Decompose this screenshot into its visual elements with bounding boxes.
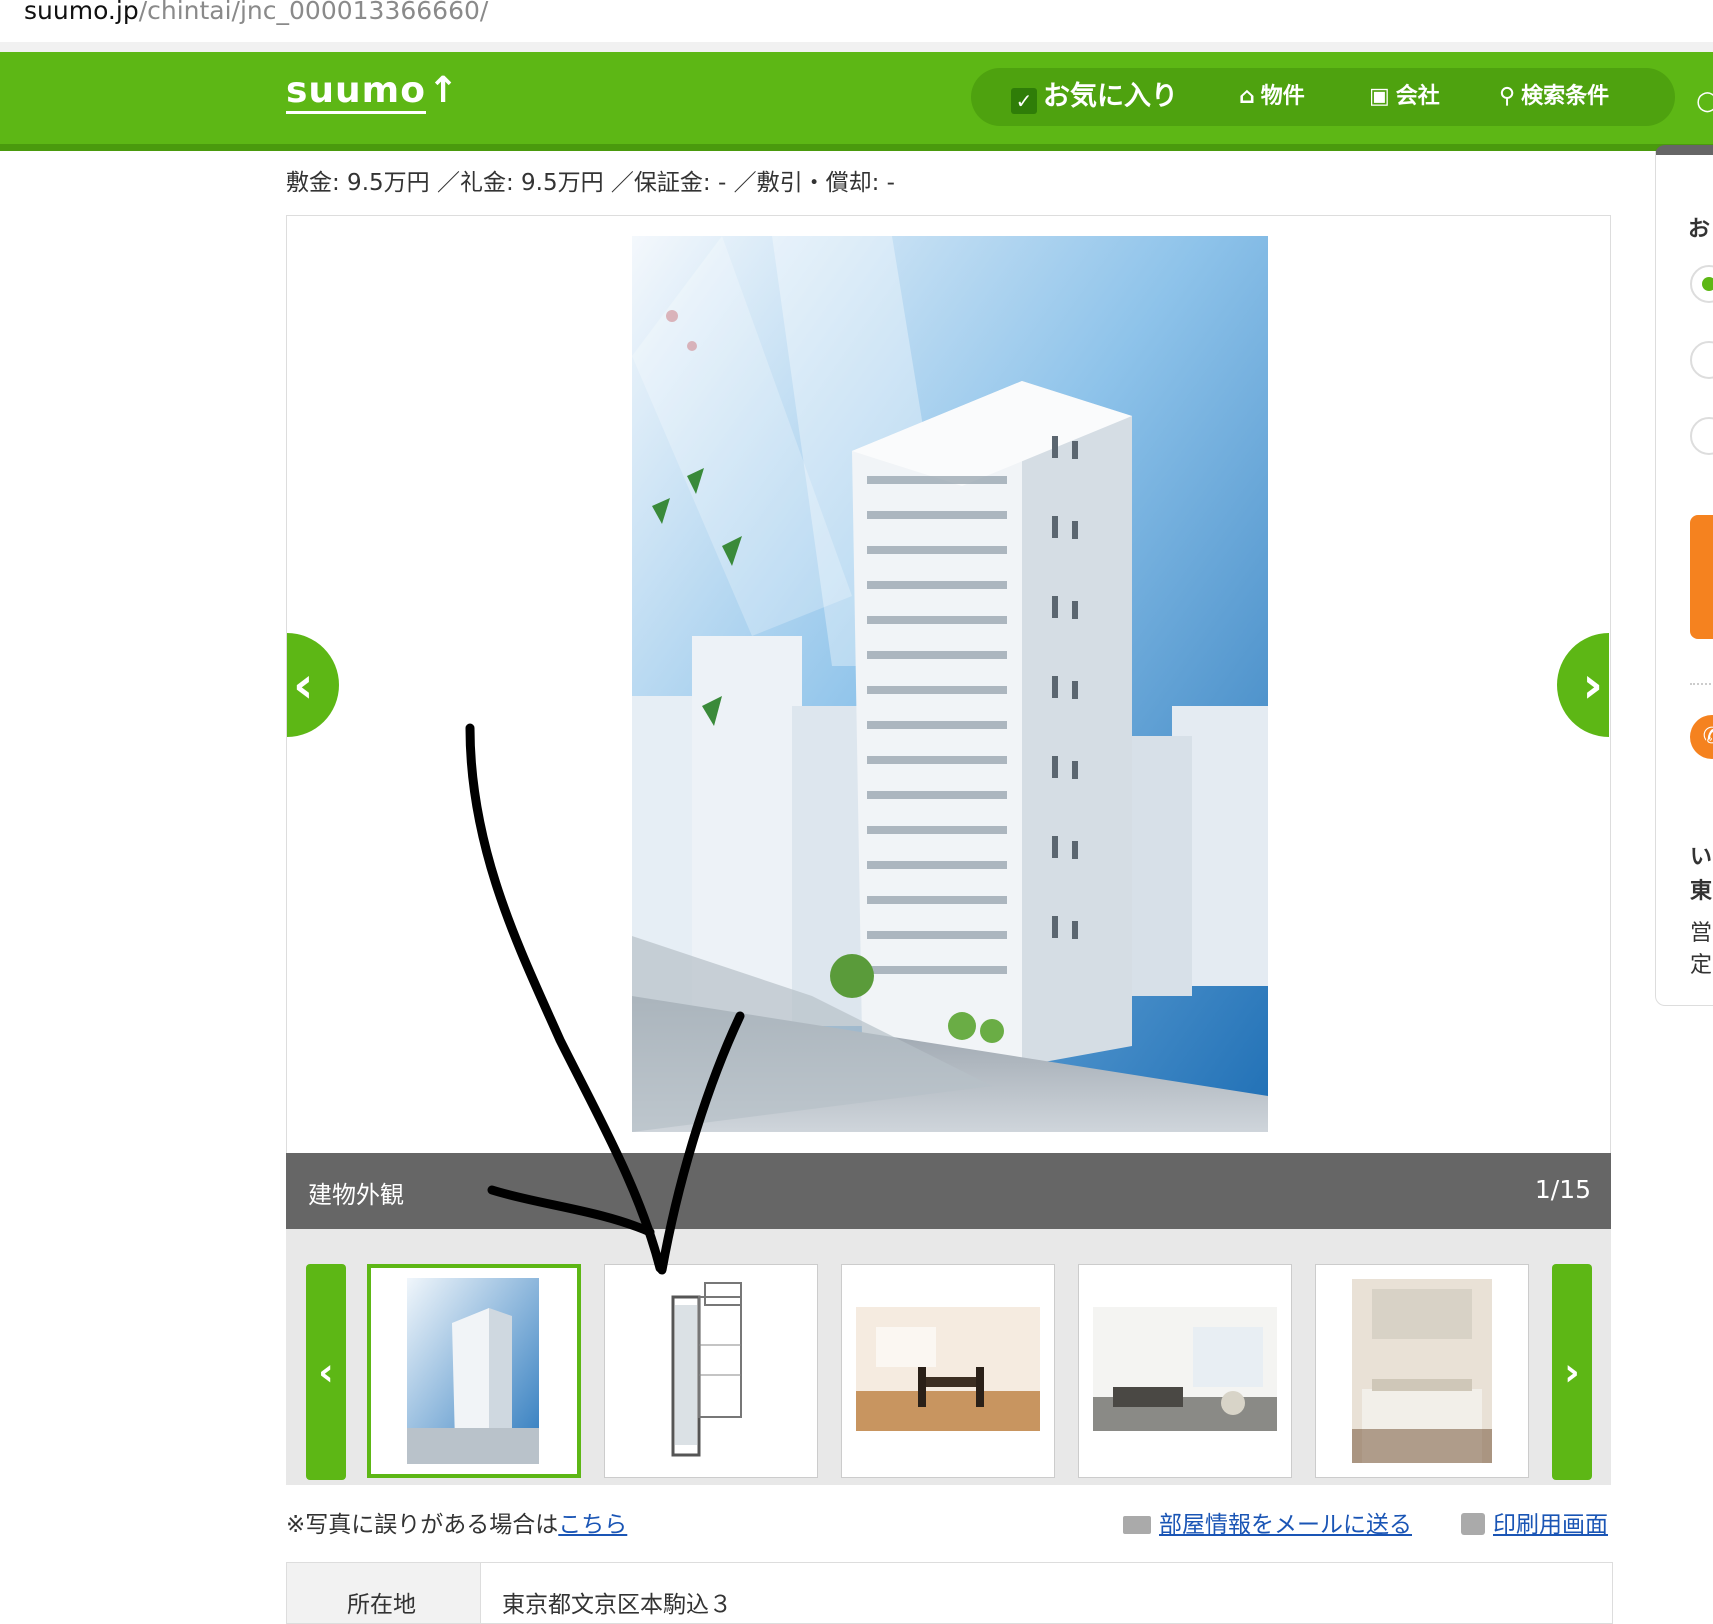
nav-search-conditions[interactable]: ⚲ 検索条件 xyxy=(1499,68,1609,126)
briefcase-icon: ▣ xyxy=(1369,84,1390,109)
chevron-right-icon: › xyxy=(1582,656,1603,714)
radio-selected-dot xyxy=(1702,277,1713,291)
photo-error-note: ※写真に誤りがある場合はこちら xyxy=(286,1512,628,1538)
main-photo-frame xyxy=(286,215,1611,1155)
printer-icon xyxy=(1461,1513,1485,1535)
nav-favorites[interactable]: ✓ お気に入り xyxy=(1011,68,1178,126)
dotted-divider xyxy=(1690,683,1713,685)
suumo-logo[interactable]: suumo↑ xyxy=(286,70,459,111)
checkbox-icon: ✓ xyxy=(1011,88,1037,114)
header-nav: ✓ お気に入り ⌂ 物件 ▣ 会社 ⚲ 検索条件 xyxy=(971,68,1675,126)
photo-counter: 1/15 xyxy=(1534,1175,1591,1204)
photo-caption: 建物外観 xyxy=(308,1181,404,1209)
deposit-info: 敷金: 9.5万円 ／礼金: 9.5万円 ／保証金: - ／敷引・償却: - xyxy=(286,170,895,196)
house-icon: ⌂ xyxy=(1239,84,1255,109)
inquiry-button[interactable] xyxy=(1690,515,1713,639)
thumbnail-floor-plan[interactable] xyxy=(604,1264,818,1478)
site-header: suumo↑ ✓ お気に入り ⌂ 物件 ▣ 会社 ⚲ 検索条件 ○ xyxy=(0,52,1713,151)
photo-gallery: ‹ › 建物外観 1/15 ‹ › xyxy=(286,215,1611,1485)
logo-underline xyxy=(286,111,426,114)
chevron-right-icon: › xyxy=(1564,1350,1580,1394)
photo-caption-bar: 建物外観 1/15 xyxy=(286,1153,1611,1229)
thumbnail-living-room[interactable] xyxy=(841,1264,1055,1478)
side-panel-line-1: い xyxy=(1690,845,1713,870)
side-panel-title: お xyxy=(1688,217,1711,242)
thumb-next-arrow[interactable]: › xyxy=(1552,1264,1592,1480)
thumbnail-strip: ‹ › xyxy=(286,1229,1611,1485)
print-view-link[interactable]: 印刷用画面 xyxy=(1461,1505,1608,1539)
table-header-cell: 所在地 xyxy=(287,1563,481,1623)
side-panel-line-4: 定 xyxy=(1690,953,1713,978)
search-icon: ⚲ xyxy=(1499,84,1516,109)
property-info-table: 所在地 東京都文京区本駒込３ xyxy=(286,1562,1613,1624)
url-bar[interactable]: suumo.jp/chintai/jnc_000013366660/ xyxy=(0,0,1713,42)
side-panel-red-bracket: 【 xyxy=(1702,785,1713,817)
logo-arrow-icon: ↑ xyxy=(427,70,460,111)
thumbnail-building-exterior[interactable] xyxy=(367,1264,581,1478)
search-icon[interactable]: ○ xyxy=(1696,86,1713,116)
radio-option-2[interactable] xyxy=(1690,341,1713,379)
phone-icon[interactable]: ✆ xyxy=(1690,715,1713,759)
thumbnail-room-interior[interactable] xyxy=(1078,1264,1292,1478)
radio-option-1[interactable] xyxy=(1690,265,1713,303)
side-panel-line-2: 東 xyxy=(1690,879,1713,904)
mail-icon xyxy=(1123,1516,1151,1534)
report-error-link[interactable]: こちら xyxy=(558,1512,627,1538)
url-bar-divider xyxy=(0,42,1713,52)
thumbnail-kitchen[interactable] xyxy=(1315,1264,1529,1478)
main-photo-building-exterior[interactable] xyxy=(632,236,1268,1132)
inquiry-side-panel: お ✆ 【 い 東 営 定 xyxy=(1655,145,1713,1006)
url-text[interactable]: suumo.jp/chintai/jnc_000013366660/ xyxy=(24,0,488,28)
chevron-left-icon: ‹ xyxy=(293,656,314,714)
chevron-left-icon: ‹ xyxy=(318,1350,334,1394)
side-panel-line-3: 営 xyxy=(1690,921,1713,946)
radio-option-3[interactable] xyxy=(1690,417,1713,455)
thumb-prev-arrow[interactable]: ‹ xyxy=(306,1264,346,1480)
nav-company[interactable]: ▣ 会社 xyxy=(1369,68,1440,126)
nav-properties[interactable]: ⌂ 物件 xyxy=(1239,68,1305,126)
mail-room-info-link[interactable]: 部屋情報をメールに送る xyxy=(1123,1505,1412,1539)
